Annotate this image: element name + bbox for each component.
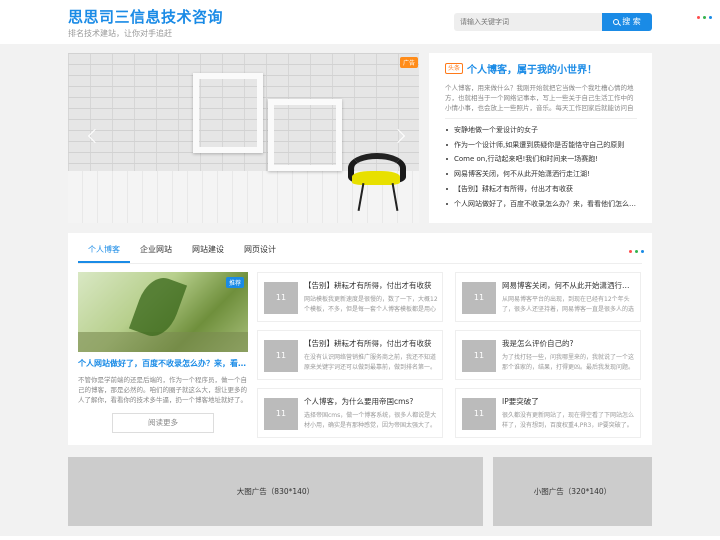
featured-post-description: 不管你是学前端的还是后端的，作为一个程序员，做一个自己的博客，那是必然的。咱们的… — [78, 376, 247, 404]
post-excerpt: 很久都没有更新网站了，现在得空看了下网站怎么样了，没有想到，百度权重4,PR3，… — [502, 412, 635, 429]
divider — [445, 118, 637, 119]
footer-edge — [0, 536, 720, 540]
site-header: 思思司三信息技术咨询 排名技术建站，让你对手追赶 搜 索 — [0, 0, 720, 44]
post-thumbnail[interactable]: 11 — [264, 340, 298, 372]
post-title[interactable]: 【告别】耕耘才有所得，付出才有收获 — [304, 338, 438, 349]
big-ad-banner[interactable]: 大图广告（830*140） — [68, 457, 483, 526]
category-panel: 个人博客 企业网站 网站建设 网页设计 推荐 个人网站做好了，百度不收录怎么办？… — [68, 233, 652, 445]
post-card[interactable]: 11 【告别】耕耘才有所得，付出才有收获 网站模板我更新速度是很慢的，数了一下，… — [257, 272, 443, 322]
site-subtitle: 排名技术建站，让你对手追赶 — [68, 29, 172, 38]
post-thumbnail[interactable]: 11 — [462, 340, 496, 372]
more-dots-icon[interactable] — [629, 250, 644, 253]
dot-red — [697, 16, 700, 19]
dot-green — [635, 250, 638, 253]
featured-post-image[interactable]: 推荐 — [78, 272, 248, 352]
post-thumbnail[interactable]: 11 — [264, 398, 298, 430]
read-more-button[interactable]: 阅读更多 — [112, 413, 214, 433]
featured-post: 推荐 个人网站做好了，百度不收录怎么办？来，看看他们怎么做的。 不管你是学前端的… — [78, 272, 248, 433]
post-card[interactable]: 11 我是怎么评价自己的? 为了找打轻一些，问我哪里来的，我就说了一个这那个谁家… — [455, 330, 641, 380]
post-title[interactable]: IP要突破了 — [502, 396, 636, 407]
dot-green — [703, 16, 706, 19]
tab-personal-blog[interactable]: 个人博客 — [78, 233, 130, 263]
post-title[interactable]: 个人博客，为什么要用帝国cms? — [304, 396, 438, 407]
post-title[interactable]: 网易博客关闭，何不从此开始潇洒行走江湖! — [502, 280, 636, 291]
search-button-label: 搜 索 — [622, 17, 641, 26]
headline-panel: 头条 个人博客，属于我的小世界！ 个人博客，用来做什么？我刚开始就把它当做一个我… — [429, 53, 652, 223]
headline-list: 安静地做一个爱设计的女子 作为一个设计师,如果遭到质疑你是否能恪守自己的原则 C… — [445, 123, 640, 211]
featured-post-title[interactable]: 个人网站做好了，百度不收录怎么办？来，看看他们怎么做的。 — [78, 358, 248, 369]
search-input[interactable] — [454, 13, 602, 31]
post-card[interactable]: 11 【告别】耕耘才有所得，付出才有收获 在没有认识网络营销推广服务商之前，我还… — [257, 330, 443, 380]
list-item[interactable]: 作为一个设计师,如果遭到质疑你是否能恪守自己的原则 — [445, 138, 640, 153]
post-card[interactable]: 11 IP要突破了 很久都没有更新网站了，现在得空看了下网站怎么样了，没有想到，… — [455, 388, 641, 438]
image-soil — [78, 332, 248, 352]
list-item[interactable]: 安静地做一个爱设计的女子 — [445, 123, 640, 138]
picture-frame — [193, 73, 263, 153]
list-item[interactable]: Come on,行动起来吧!我们和时间来一场赛跑! — [445, 152, 640, 167]
post-title[interactable]: 我是怎么评价自己的? — [502, 338, 636, 349]
post-excerpt: 从网易博客平台的出现，到现在已经有12个年头了，很多人还坚持着，网易博客一直是很… — [502, 296, 635, 313]
tabs-divider — [78, 263, 642, 264]
dot-blue — [709, 16, 712, 19]
post-excerpt: 为了找打轻一些，问我哪里来的，我就说了一个这那个谁家的，结果，打得更凶。最后我发… — [502, 354, 635, 371]
list-item[interactable]: 网易博客关闭，何不从此开始潇洒行走江湖! — [445, 167, 640, 182]
banner-slider[interactable]: 广告 — [68, 53, 419, 223]
headline-title[interactable]: 个人博客，属于我的小世界！ — [467, 61, 597, 76]
site-title[interactable]: 思思司三信息技术咨询 — [68, 6, 223, 27]
search-icon — [613, 19, 620, 25]
tab-site-building[interactable]: 网站建设 — [182, 233, 234, 263]
menu-dots-icon[interactable] — [697, 16, 712, 19]
post-excerpt: 选择帝国cms，做一个博客系统，很多人都说是大材小用，确实是有那种感觉，因为帝国… — [304, 412, 437, 429]
picture-frame — [268, 99, 342, 171]
headline-description: 个人博客，用来做什么？我刚开始就把它当做一个我吐槽心情的地方，也就相当于一个网络… — [445, 84, 634, 112]
list-item[interactable]: 【告别】耕耘才有所得，付出才有收获 — [445, 182, 640, 197]
headline-tag: 头条 — [445, 63, 464, 74]
list-item[interactable]: 个人网站做好了，百度不收录怎么办？来，看看他们怎么做的。 — [445, 197, 640, 212]
post-card[interactable]: 11 个人博客，为什么要用帝国cms? 选择帝国cms，做一个博客系统，很多人都… — [257, 388, 443, 438]
post-thumbnail[interactable]: 11 — [462, 398, 496, 430]
post-excerpt: 在没有认识网络营销推广服务商之前，我还不知道原来关键字词还可以做到最靠前，做到排… — [304, 354, 437, 371]
dot-blue — [641, 250, 644, 253]
tab-web-design[interactable]: 网页设计 — [234, 233, 286, 263]
post-title[interactable]: 【告别】耕耘才有所得，付出才有收获 — [304, 280, 438, 291]
post-card[interactable]: 11 网易博客关闭，何不从此开始潇洒行走江湖! 从网易博客平台的出现，到现在已经… — [455, 272, 641, 322]
recommend-badge: 推荐 — [225, 277, 244, 288]
dot-red — [629, 250, 632, 253]
post-thumbnail[interactable]: 11 — [462, 282, 496, 314]
post-thumbnail[interactable]: 11 — [264, 282, 298, 314]
ad-badge: 广告 — [400, 57, 419, 68]
search-button[interactable]: 搜 索 — [602, 13, 652, 31]
post-excerpt: 网站模板我更新速度是很慢的，数了一下，大概12个模板，不多，但是每一套个人博客模… — [304, 296, 438, 313]
tab-enterprise-site[interactable]: 企业网站 — [130, 233, 182, 263]
small-ad-banner[interactable]: 小图广告（320*140） — [493, 457, 652, 526]
category-tabs: 个人博客 企业网站 网站建设 网页设计 — [78, 233, 286, 263]
